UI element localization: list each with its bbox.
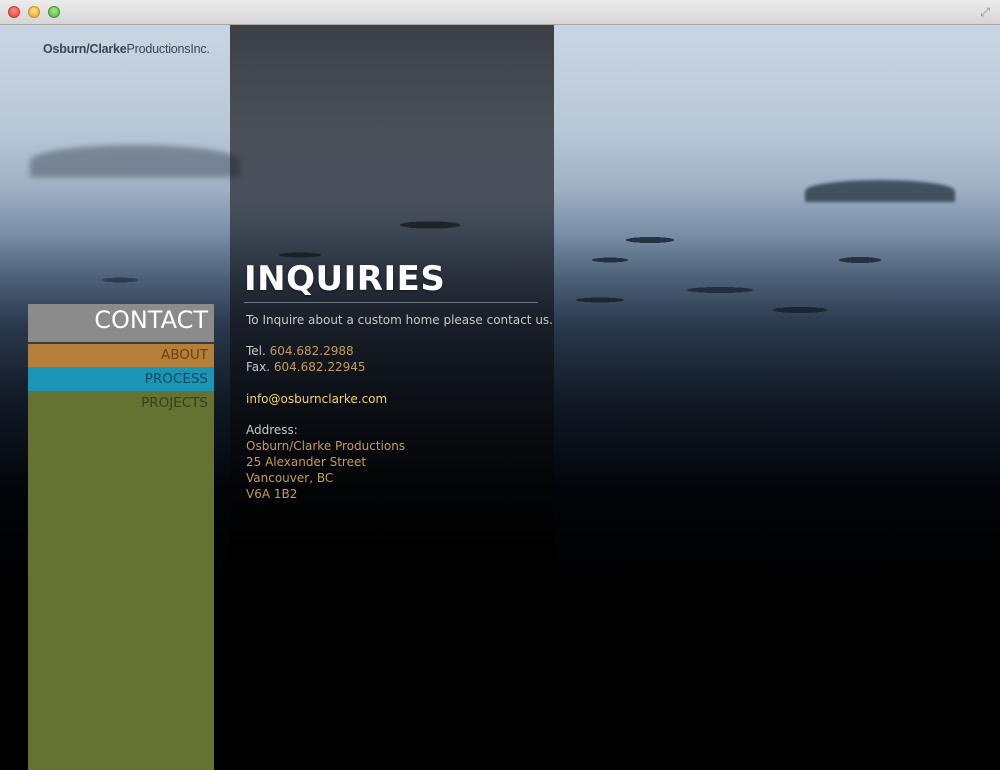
nav-item-process[interactable]: PROCESS [28, 367, 214, 391]
logo-regular-text: ProductionsInc. [126, 42, 210, 56]
page-title: INQUIRIES [244, 259, 446, 299]
fax-value: 604.682.22945 [273, 360, 366, 374]
main-nav: CONTACT ABOUT PROCESS PROJECTS [28, 304, 214, 770]
email-link[interactable]: info@osburnclarke.com [246, 392, 387, 406]
fullscreen-icon[interactable]: ⤢ [978, 5, 992, 19]
site-logo[interactable]: Osburn/ClarkeProductionsInc. [43, 42, 210, 56]
logo-bold-text: Osburn/Clarke [43, 42, 127, 56]
browser-window: ⤢ Osburn/ClarkeProductionsInc. INQUIRIES… [0, 0, 1000, 770]
fax-label: Fax. [246, 360, 271, 374]
tel-value[interactable]: 604.682.2988 [270, 344, 354, 358]
heading-divider [244, 302, 538, 303]
address-line: V6A 1B2 [246, 487, 298, 501]
title-bar: ⤢ [0, 0, 1000, 25]
nav-item-contact[interactable]: CONTACT [28, 304, 214, 342]
address-line: Osburn/Clarke Productions [246, 439, 406, 453]
phone-line: Tel. 604.682.2988 [246, 344, 354, 358]
background-island [805, 180, 955, 202]
background-island [30, 145, 240, 177]
nav-item-about[interactable]: ABOUT [28, 344, 214, 367]
page: Osburn/ClarkeProductionsInc. INQUIRIES T… [0, 25, 1000, 770]
fax-line: Fax. 604.682.22945 [246, 360, 366, 374]
tel-label: Tel. [246, 344, 266, 358]
address-line: 25 Alexander Street [246, 455, 367, 469]
close-icon[interactable] [8, 6, 20, 18]
minimize-icon[interactable] [28, 6, 40, 18]
zoom-icon[interactable] [48, 6, 60, 18]
nav-item-projects[interactable]: PROJECTS [28, 391, 214, 415]
intro-text: To Inquire about a custom home please co… [246, 313, 553, 327]
address-line: Vancouver, BC [246, 471, 334, 485]
address-label: Address: [246, 423, 298, 437]
